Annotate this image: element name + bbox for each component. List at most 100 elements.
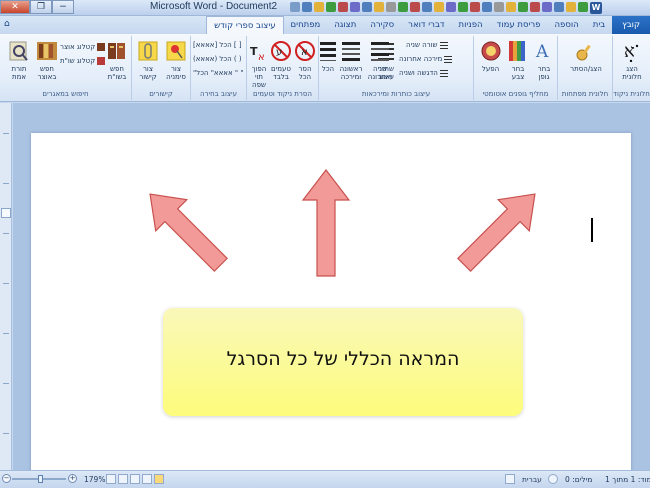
toolbar-icon[interactable] (290, 2, 300, 12)
minimize-button[interactable]: − (52, 0, 74, 14)
arrow-up-right-icon (457, 193, 536, 272)
toolbar-icon[interactable] (458, 2, 468, 12)
toolbar-icon[interactable] (350, 2, 360, 12)
tab-1[interactable]: בית (586, 16, 612, 34)
create-bookmark-label: צור סימניה (166, 65, 186, 81)
show-panel-button[interactable]: א הצג חלונית (615, 40, 649, 81)
tab-3[interactable]: פריסת עמוד (490, 16, 548, 34)
toolbar-icon[interactable] (542, 2, 552, 12)
zoom-slider-thumb[interactable] (38, 475, 43, 483)
word-count[interactable]: מילים: 0 (565, 475, 592, 484)
font-a-icon: A (535, 42, 549, 62)
otzar-catalog-button[interactable]: קטלוג אוצר (60, 42, 106, 52)
key-icon (576, 44, 591, 61)
activate-button[interactable]: הפעל (477, 40, 504, 73)
language-indicator[interactable]: עברית (522, 475, 542, 484)
toolbar-icon[interactable] (362, 2, 372, 12)
last-quote-label: מירכה אחרונה (399, 55, 443, 63)
group-label: חיפוש במאגרים (42, 90, 89, 98)
show-panel-label: הצג חלונית (622, 65, 642, 81)
create-link-button[interactable]: צור קישור (134, 40, 162, 81)
view-web-button[interactable] (130, 474, 140, 484)
last-quote-button[interactable]: מירכה אחרונה (399, 54, 453, 64)
toolbar-icon[interactable] (482, 2, 492, 12)
tab-8[interactable]: מפתחים (284, 16, 328, 34)
torat-emet-button[interactable]: תורת אמת (6, 40, 32, 81)
zoom-level[interactable]: 179% (84, 475, 105, 484)
tab-0[interactable]: קובץ (612, 16, 650, 34)
toolbar-icon[interactable] (302, 2, 312, 12)
choose-font-button[interactable]: A בחר גופן (532, 40, 556, 81)
show-hide-label: הצג/הסתר (570, 65, 602, 73)
word-app-icon: W (590, 2, 602, 14)
zoom-in-button[interactable]: + (68, 474, 77, 483)
svg-text:ע: ע (276, 47, 282, 58)
callout-box: המראה הכללי של כל הסרגל (163, 308, 523, 416)
search-otzar-button[interactable]: חפש באוצר (34, 40, 60, 81)
responsa-catalog-button[interactable]: קטלוג שו"ת (60, 56, 106, 66)
restore-button[interactable]: ❐ (30, 0, 52, 14)
tab-7[interactable]: תצוגה (327, 16, 363, 34)
document-page[interactable]: המראה הכללי של כל הסרגל (31, 133, 631, 470)
track-icon[interactable] (505, 474, 515, 484)
toolbar-icon[interactable] (434, 2, 444, 12)
second-line-button[interactable]: שורה שניה (406, 40, 448, 50)
view-outline-button[interactable] (118, 474, 128, 484)
view-print-layout-button[interactable] (154, 474, 164, 484)
books-icon (108, 43, 125, 59)
toolbar-icon[interactable] (374, 2, 384, 12)
toolbar-icon[interactable] (494, 2, 504, 12)
show-hide-button[interactable]: הצג/הסתר (562, 40, 610, 73)
toolbar-icon[interactable] (338, 2, 348, 12)
tab-2[interactable]: הוספה (547, 16, 585, 34)
toolbar-icon[interactable] (554, 2, 564, 12)
toolbar-icon[interactable] (566, 2, 576, 12)
vertical-ruler (0, 103, 12, 470)
toolbar-icon[interactable] (326, 2, 336, 12)
toolbar-icon[interactable] (506, 2, 516, 12)
quotes-all-button[interactable]: "אאאא" הכל " " (193, 68, 244, 78)
toolbar-icon[interactable] (530, 2, 540, 12)
all-headings-button[interactable]: הכל (318, 40, 338, 73)
proofing-icon[interactable] (548, 474, 558, 484)
parens-all-button[interactable]: (אאאא) הכל ( ) (193, 54, 242, 64)
page-indicator[interactable]: עמוד: 1 מתוך 1 (605, 475, 650, 484)
close-button[interactable]: ✕ (0, 0, 30, 14)
create-bookmark-button[interactable]: צור סימניה (162, 40, 190, 81)
toolbar-icon[interactable] (518, 2, 528, 12)
toolbar-icon[interactable] (314, 2, 324, 12)
first-and-quote-button[interactable]: ראשונה ומירכה (336, 40, 366, 81)
reverse-language-button[interactable]: Tא הפוך תוי שפה (247, 40, 271, 89)
search-responsa-button[interactable]: חפש בשו"ת (104, 40, 130, 81)
tab-4[interactable]: הפניות (452, 16, 490, 34)
tab-6[interactable]: סקירה (363, 16, 401, 34)
group-auto-font-changer: A בחר גופן בחר צבע הפעל מחליף גופנים אוט… (473, 36, 557, 100)
view-reading-button[interactable] (142, 474, 152, 484)
save-icon[interactable] (578, 2, 588, 12)
emphasis-second-button[interactable]: הדגשה ושניה (399, 68, 448, 78)
remove-all-button[interactable]: א הסר הכל (293, 40, 317, 81)
choose-color-button[interactable]: בחר צבע (505, 40, 531, 81)
toolbar-icon[interactable] (410, 2, 420, 12)
swap-language-icon: Tא (250, 45, 265, 63)
toolbar-icon[interactable] (398, 2, 408, 12)
brackets-all-button[interactable]: [אאאא] הכל [ ] (193, 40, 242, 50)
zoom-slider[interactable] (12, 475, 66, 483)
cantillation-only-button[interactable]: ע טעמים בלבד (269, 40, 293, 81)
second-and-last-button[interactable]: שניה ואחרונה (365, 40, 395, 81)
view-draft-button[interactable] (106, 474, 116, 484)
group-label: קישורים (149, 90, 173, 98)
tab-9[interactable]: עיצוב ספרי קודש (206, 16, 284, 34)
tab-5[interactable]: דברי דואר (401, 16, 451, 34)
toolbar-icon[interactable] (446, 2, 456, 12)
ruler-toggle[interactable] (1, 208, 11, 218)
toolbar-icon[interactable] (470, 2, 480, 12)
zoom-out-button[interactable]: − (2, 474, 11, 483)
no-nikud-icon: א (295, 41, 315, 61)
aleph-nikud-icon: א (624, 41, 639, 63)
toolbar-icon[interactable] (422, 2, 432, 12)
ribbon: א הצג חלונית חלונית ניקוד הצג/הסתר חלוני… (0, 34, 650, 102)
help-icon[interactable]: ⌂ (4, 19, 10, 29)
svg-text:א: א (624, 41, 635, 62)
toolbar-icon[interactable] (386, 2, 396, 12)
